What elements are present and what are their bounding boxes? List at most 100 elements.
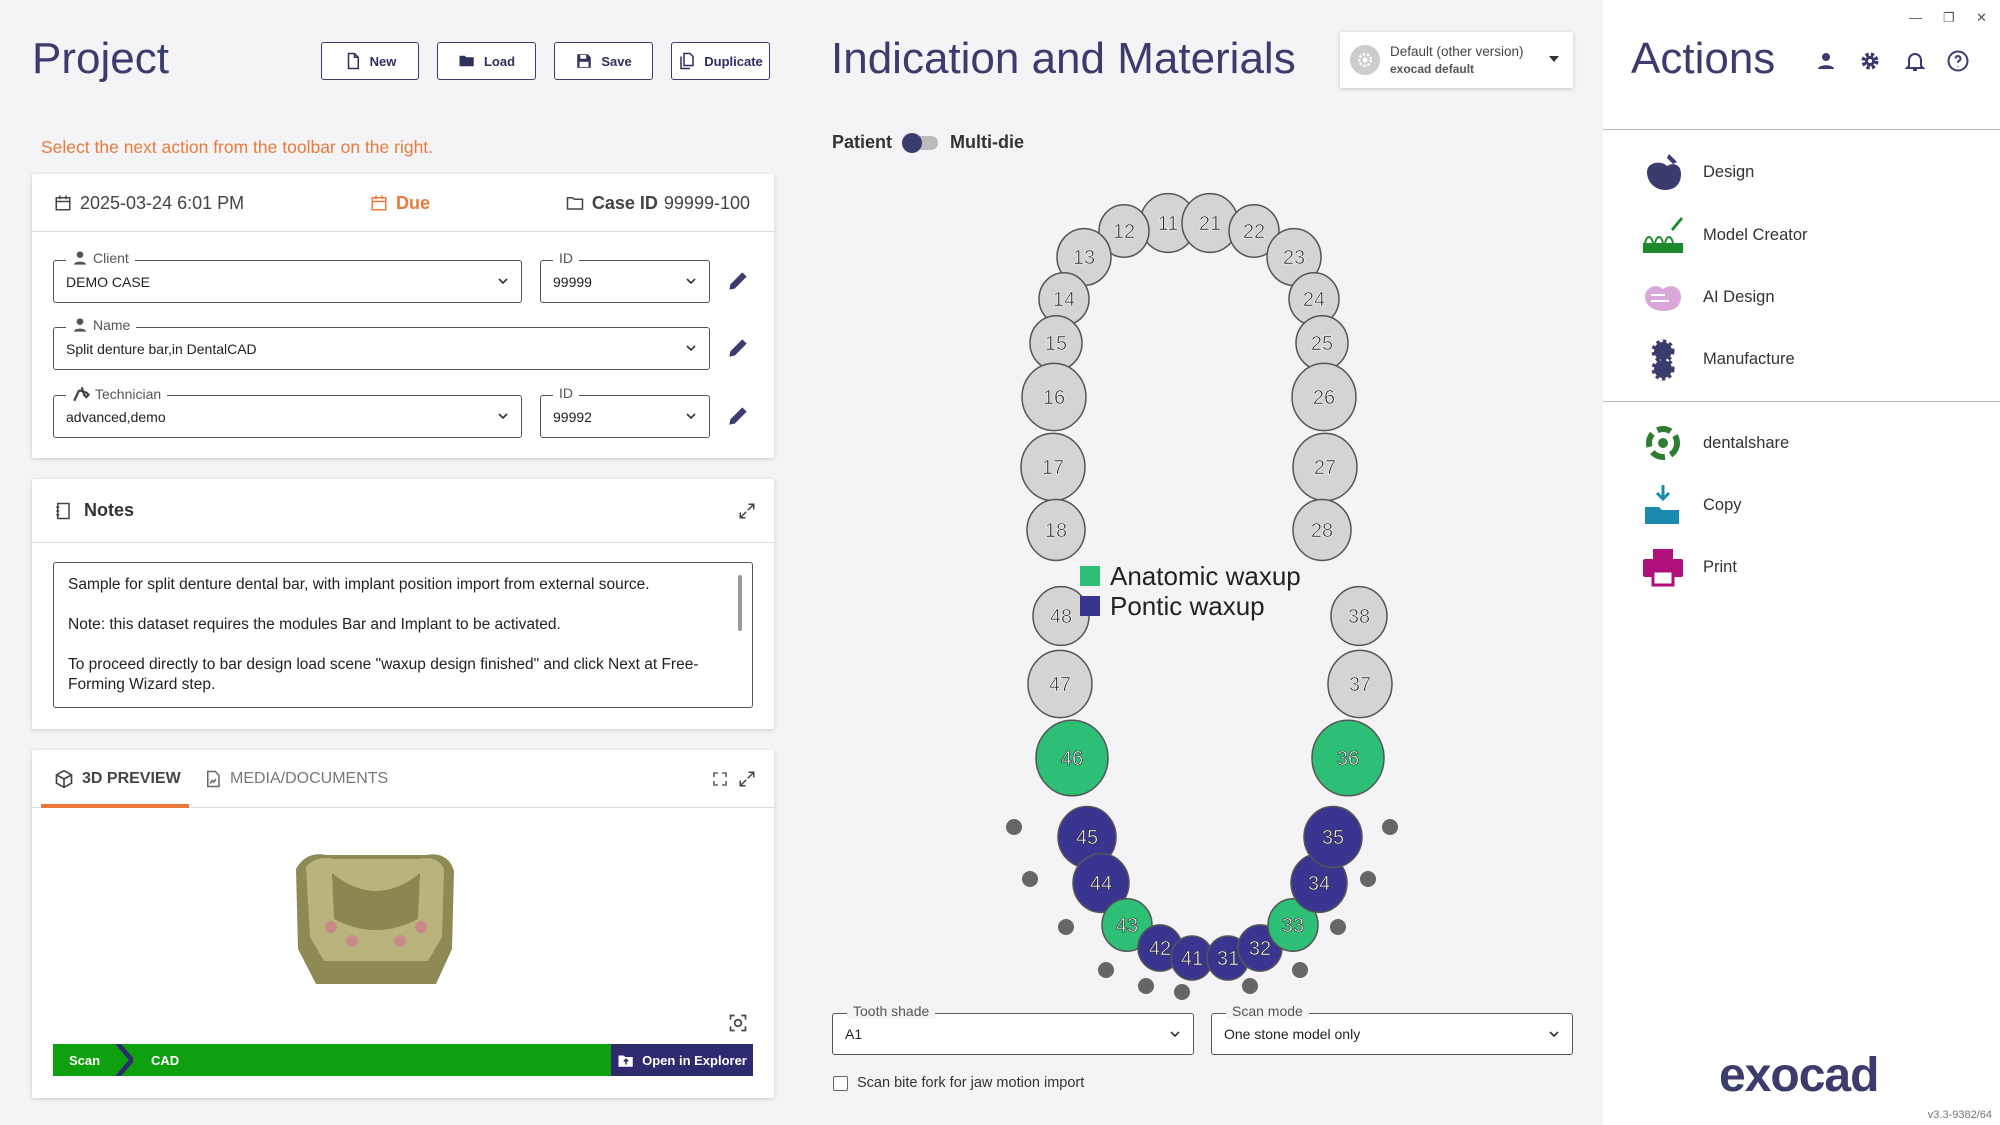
case-name-select[interactable]: Name Split denture bar,in DentalCAD xyxy=(53,317,710,370)
implant-position-marker[interactable] xyxy=(1098,962,1114,978)
manufacture-icon xyxy=(1651,339,1675,381)
tooth-16[interactable]: 16 xyxy=(1021,362,1087,432)
open-in-explorer-button[interactable]: Open in Explorer xyxy=(611,1044,753,1076)
user-icon[interactable] xyxy=(1814,49,1838,73)
tooth-15[interactable]: 15 xyxy=(1029,314,1083,372)
toggle-multidie-label: Multi-die xyxy=(950,132,1025,152)
case-id-label: Case ID xyxy=(591,192,658,213)
tooth-46[interactable]: 46 xyxy=(1035,719,1109,797)
model-creator-icon xyxy=(1643,217,1683,253)
tooth-shade-select[interactable]: Tooth shade A1 xyxy=(832,1003,1194,1055)
tooth-number: 14 xyxy=(1053,289,1075,311)
tab-media-documents[interactable]: MEDIA/DOCUMENTS xyxy=(204,750,388,808)
action-copy[interactable]: Copy xyxy=(1641,483,1742,527)
model-3d-preview[interactable] xyxy=(286,849,466,999)
tooth-36[interactable]: 36 xyxy=(1311,719,1385,797)
chevron-down-icon xyxy=(1170,1031,1180,1038)
reset-view-icon[interactable] xyxy=(728,1013,748,1033)
dentalshare-icon xyxy=(1646,426,1680,460)
bite-fork-option[interactable]: Scan bite fork for jaw motion import xyxy=(833,1075,1084,1091)
expand-icon[interactable] xyxy=(738,502,756,520)
implant-position-marker[interactable] xyxy=(1174,984,1190,1000)
tooth-25[interactable]: 25 xyxy=(1295,314,1349,372)
implant-position-marker[interactable] xyxy=(1022,871,1038,887)
cube-icon xyxy=(55,769,73,789)
mode-switch[interactable] xyxy=(902,132,939,153)
action-model-creator[interactable]: Model Creator xyxy=(1641,213,1808,257)
edit-name-icon[interactable] xyxy=(725,335,751,361)
case-info-card: 2025-03-24 6:01 PM Due Case ID 99999-100… xyxy=(32,174,774,458)
tab-3d-preview[interactable]: 3D PREVIEW xyxy=(54,750,181,808)
dropdown-arrow-icon xyxy=(1549,56,1559,62)
technician-id-select[interactable]: ID 99992 xyxy=(540,385,710,438)
tooth-28[interactable]: 28 xyxy=(1292,498,1352,562)
restore-icon[interactable]: ❐ xyxy=(1943,10,1955,26)
implant-position-marker[interactable] xyxy=(1006,819,1022,835)
client-select[interactable]: Client DEMO CASE xyxy=(53,250,522,303)
implant-position-marker[interactable] xyxy=(1242,978,1258,994)
print-icon xyxy=(1643,549,1683,587)
close-icon[interactable]: ✕ xyxy=(1976,10,1987,26)
tooth-17[interactable]: 17 xyxy=(1020,432,1086,502)
tooth-35[interactable]: 35 xyxy=(1303,805,1363,869)
case-date: 2025-03-24 6:01 PM xyxy=(54,174,244,232)
version-select[interactable]: Default (other version) exocad default xyxy=(1340,32,1573,88)
action-ai-design[interactable]: AI Design xyxy=(1641,275,1775,319)
save-button[interactable]: Save xyxy=(554,42,653,80)
notes-textarea[interactable]: Sample for split denture dental bar, wit… xyxy=(53,562,753,708)
load-button[interactable]: Load xyxy=(437,42,536,80)
tooth-number: 33 xyxy=(1282,915,1304,937)
gear-icon[interactable] xyxy=(1858,49,1882,73)
due-label: Due xyxy=(396,192,431,213)
tooth-number: 48 xyxy=(1050,606,1072,628)
implant-position-marker[interactable] xyxy=(1382,819,1398,835)
implant-position-marker[interactable] xyxy=(1360,871,1376,887)
legend-label-pontic: Pontic waxup xyxy=(1110,591,1265,621)
tooth-18[interactable]: 18 xyxy=(1026,498,1086,562)
edit-client-icon[interactable] xyxy=(725,268,751,294)
action-manufacture[interactable]: Manufacture xyxy=(1641,337,1795,381)
client-id-select[interactable]: ID 99999 xyxy=(540,250,710,303)
tooth-27[interactable]: 27 xyxy=(1292,432,1358,502)
new-file-icon xyxy=(347,52,359,70)
tooth-number: 44 xyxy=(1090,873,1112,895)
pipeline-cad[interactable]: CAD xyxy=(151,1044,179,1076)
action-dentalshare[interactable]: dentalshare xyxy=(1641,421,1789,465)
fullscreen-icon[interactable] xyxy=(712,771,728,787)
tooth-number: 17 xyxy=(1042,457,1064,479)
scan-mode-select[interactable]: Scan mode One stone model only xyxy=(1211,1003,1573,1055)
action-design[interactable]: Design xyxy=(1641,150,1754,194)
tooth-47[interactable]: 47 xyxy=(1027,649,1093,719)
bell-icon[interactable] xyxy=(1903,49,1927,73)
implant-position-marker[interactable] xyxy=(1292,962,1308,978)
toggle-patient-label: Patient xyxy=(832,132,893,152)
client-label: Client xyxy=(93,250,129,266)
save-disk-icon xyxy=(577,54,592,68)
tooth-number: 28 xyxy=(1311,520,1333,542)
pipeline-scan[interactable]: Scan xyxy=(69,1044,100,1076)
expand-icon[interactable] xyxy=(738,770,756,788)
name-label: Name xyxy=(93,317,131,333)
duplicate-button[interactable]: Duplicate xyxy=(671,42,770,80)
client-id-value: 99999 xyxy=(553,273,592,290)
implant-position-marker[interactable] xyxy=(1058,919,1074,935)
tooth-number: 22 xyxy=(1243,221,1265,243)
tooth-38[interactable]: 38 xyxy=(1330,585,1388,647)
edit-technician-icon[interactable] xyxy=(725,403,751,429)
technician-select[interactable]: Technician advanced,demo xyxy=(53,385,522,438)
new-button[interactable]: New xyxy=(321,42,419,80)
actions-panel: Actions — ❐ ✕ Design Model Creator AI De… xyxy=(1603,0,2000,1125)
implant-position-marker[interactable] xyxy=(1138,978,1154,994)
tooth-37[interactable]: 37 xyxy=(1327,649,1393,719)
due-date-button[interactable]: Due xyxy=(370,174,430,232)
case-id: Case ID 99999-100 xyxy=(566,174,750,232)
help-icon[interactable] xyxy=(1946,49,1970,73)
minimize-icon[interactable]: — xyxy=(1909,10,1922,25)
action-print[interactable]: Print xyxy=(1641,545,1737,589)
bite-fork-checkbox[interactable] xyxy=(833,1075,848,1091)
notes-scrollbar[interactable] xyxy=(738,575,742,631)
exocad-logo: exocad xyxy=(1719,1049,1879,1102)
implant-position-marker[interactable] xyxy=(1330,919,1346,935)
tooth-26[interactable]: 26 xyxy=(1291,362,1357,432)
tooth-number: 31 xyxy=(1217,948,1239,970)
